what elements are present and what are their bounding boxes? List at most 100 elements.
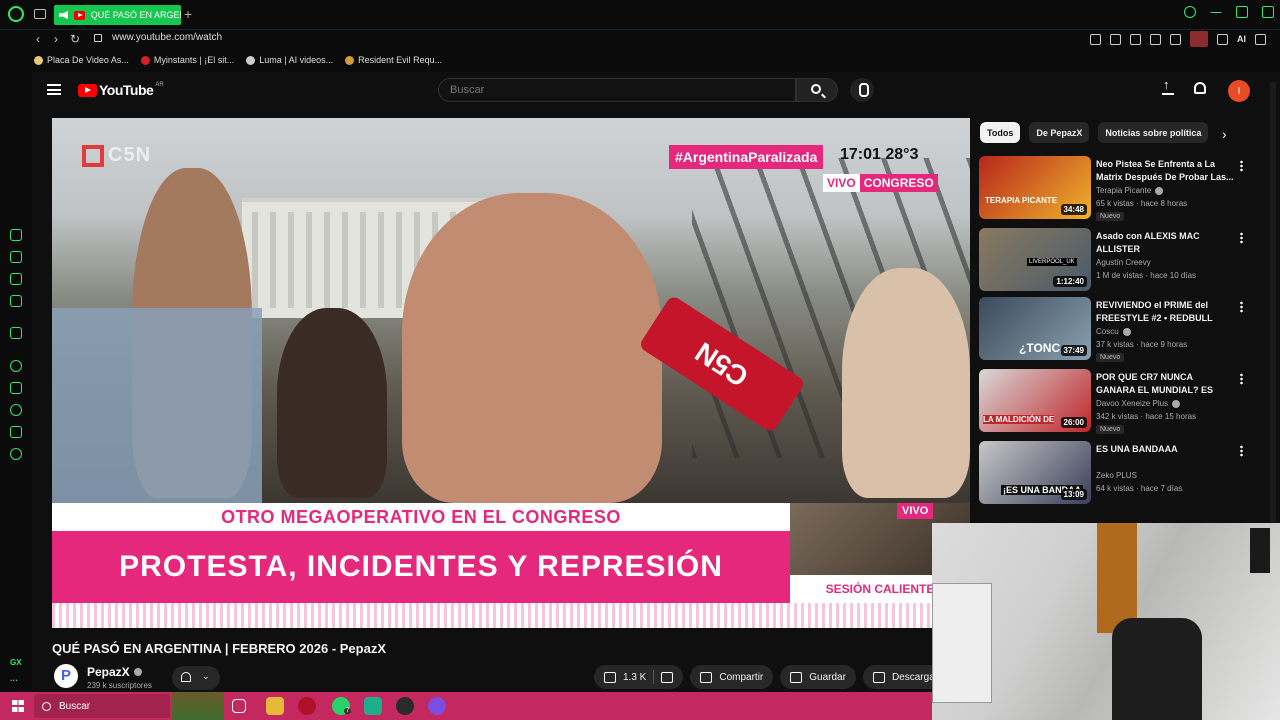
gx-control-icon[interactable] xyxy=(10,229,22,241)
more-options-icon[interactable] xyxy=(1240,373,1243,385)
url-field[interactable]: www.youtube.com/watch xyxy=(112,32,222,43)
chips-next-icon[interactable]: › xyxy=(1222,126,1227,142)
recommendation-channel[interactable]: Zeko PLUS xyxy=(1096,471,1137,480)
tab-search-icon[interactable] xyxy=(1184,6,1196,18)
bookmark-item[interactable]: Placa De Video As... xyxy=(34,55,129,65)
recommendation-title[interactable]: POR QUE CR7 NUNCA GANARA EL MUNDIAL? ES … xyxy=(1096,371,1234,397)
recommendation-thumbnail[interactable]: TERAPIA PICANTE 34:48 xyxy=(979,156,1091,219)
search-input[interactable] xyxy=(438,78,796,102)
maximize-button[interactable] xyxy=(1236,6,1248,18)
new-tab-button[interactable]: + xyxy=(184,6,192,22)
file-explorer-icon[interactable] xyxy=(266,697,284,715)
bookmark-favicon-icon xyxy=(34,55,43,65)
app-icon[interactable] xyxy=(428,697,446,715)
bookmarks-icon[interactable] xyxy=(10,382,22,394)
heart-icon[interactable] xyxy=(1170,33,1181,45)
account-avatar[interactable]: I xyxy=(1228,80,1250,102)
tab-youtube-active[interactable]: QUÉ PASÓ EN ARGENT xyxy=(54,5,181,25)
recommendation-thumbnail[interactable]: LIVERPOOL_UK 1:12:40 xyxy=(979,228,1091,291)
back-icon[interactable]: ‹ xyxy=(36,32,40,46)
sidebar-more-icon[interactable]: ··· xyxy=(10,676,18,685)
recommendation-title[interactable]: Asado con ALEXIS MAC ALLISTER xyxy=(1096,230,1234,256)
thumbs-down-icon[interactable] xyxy=(661,671,674,683)
shield-icon[interactable] xyxy=(1130,33,1141,45)
bookmark-item[interactable]: Luma | AI videos... xyxy=(246,55,333,65)
recommendation-title[interactable]: Neo Pistea Se Enfrenta a La Matrix Despu… xyxy=(1096,158,1234,184)
c5n-logo: C5N xyxy=(82,144,151,167)
recommendation-item[interactable]: ¡ES UNA BANDAA 13:09 ES UNA BANDAAA Zeko… xyxy=(979,441,1249,505)
tab-manager-icon[interactable] xyxy=(34,9,46,19)
recommendation-channel[interactable]: Coscu xyxy=(1096,327,1131,336)
chip-de-pepazx[interactable]: De PepazX xyxy=(1029,122,1090,143)
twitch-icon[interactable] xyxy=(10,327,22,339)
windows-start-icon[interactable] xyxy=(12,700,24,712)
gx-label[interactable]: GX xyxy=(10,658,22,667)
recommendation-title[interactable]: ES UNA BANDAAA xyxy=(1096,443,1234,456)
recommendation-item[interactable]: LIVERPOOL_UK 1:12:40 Asado con ALEXIS MA… xyxy=(979,228,1249,292)
recommendation-item[interactable]: LA MALDICIÓN DE 26:00 POR QUE CR7 NUNCA … xyxy=(979,369,1249,434)
channel-name[interactable]: PepazX xyxy=(87,665,142,679)
task-view-icon[interactable] xyxy=(232,699,246,713)
opera-gx-taskbar-icon[interactable] xyxy=(298,697,316,715)
hamburger-menu-icon[interactable] xyxy=(47,84,61,95)
recommendation-channel[interactable]: Terapia Picante xyxy=(1096,186,1164,195)
minimize-button[interactable] xyxy=(1210,6,1222,13)
more-options-icon[interactable] xyxy=(1240,160,1243,172)
search-button[interactable] xyxy=(796,78,838,102)
chevron-down-icon: ⌄ xyxy=(202,671,210,681)
chip-noticias[interactable]: Noticias sobre política xyxy=(1098,122,1209,143)
share-button[interactable]: Compartir xyxy=(690,665,774,689)
taskbar-search[interactable]: Buscar xyxy=(34,694,170,718)
snapshot-icon[interactable] xyxy=(1110,33,1121,45)
recommendation-thumbnail[interactable]: LA MALDICIÓN DE 26:00 xyxy=(979,369,1091,432)
taskbar-widget[interactable] xyxy=(172,692,224,720)
forward-icon[interactable]: › xyxy=(54,32,58,46)
recommendation-channel[interactable]: Davoo Xeneize Plus xyxy=(1096,399,1181,408)
hashtag-banner: #ArgentinaParalizada xyxy=(669,145,824,169)
recommendation-title[interactable]: REVIVIENDO el PRIME del FREESTYLE #2 • R… xyxy=(1096,299,1234,325)
youtube-logo[interactable]: YouTube AR xyxy=(78,82,164,98)
close-button[interactable] xyxy=(1262,6,1274,18)
country-code: AR xyxy=(155,82,164,88)
recommendation-thumbnail[interactable]: ¡ES UNA BANDAA 13:09 xyxy=(979,441,1091,504)
play-icon[interactable] xyxy=(1150,33,1161,45)
recommendation-channel[interactable]: Agustín Creevy xyxy=(1096,258,1151,267)
recommendation-item[interactable]: TERAPIA PICANTE 34:48 Neo Pistea Se Enfr… xyxy=(979,156,1249,221)
more-options-icon[interactable] xyxy=(1240,232,1243,244)
channel-avatar[interactable] xyxy=(54,664,78,688)
player-icon[interactable] xyxy=(10,360,22,372)
extensions-icon[interactable] xyxy=(10,426,22,438)
download-icon[interactable] xyxy=(1217,33,1228,45)
speaker-icon[interactable] xyxy=(59,11,68,19)
gx-corner-icon[interactable] xyxy=(10,273,22,285)
subscribed-notifications-button[interactable]: ⌄ xyxy=(172,666,220,690)
opera-gx-logo-icon[interactable] xyxy=(8,6,24,22)
recommendation-item[interactable]: ¿TONC 37:49 REVIVIENDO el PRIME del FREE… xyxy=(979,297,1249,362)
lock-icon[interactable] xyxy=(94,34,102,42)
menu-icon[interactable] xyxy=(1255,33,1266,45)
recommendation-thumbnail[interactable]: ¿TONC 37:49 xyxy=(979,297,1091,360)
more-options-icon[interactable] xyxy=(1240,445,1243,457)
more-options-icon[interactable] xyxy=(1240,301,1243,313)
lower-third-main: PROTESTA, INCIDENTES Y REPRESIÓN xyxy=(52,531,790,603)
voice-search-button[interactable] xyxy=(850,78,874,102)
save-button[interactable]: Guardar xyxy=(780,665,856,689)
bookmark-item[interactable]: Resident Evil Requ... xyxy=(345,55,442,65)
video-player[interactable]: C5N #ArgentinaParalizada 17:01 28°3 VIVO… xyxy=(52,118,970,628)
profile-avatar[interactable] xyxy=(1190,31,1208,47)
notifications-bell-icon[interactable] xyxy=(1194,82,1206,94)
like-button[interactable]: 1.3 K xyxy=(594,665,684,689)
settings-icon[interactable] xyxy=(10,448,22,460)
history-icon[interactable] xyxy=(10,404,22,416)
reload-icon[interactable]: ↻ xyxy=(70,32,80,46)
gx-cleaner-icon[interactable] xyxy=(10,251,22,263)
chip-todos[interactable]: Todos xyxy=(980,122,1021,143)
aria-ai-button[interactable]: AI xyxy=(1237,34,1246,44)
bookmark-item[interactable]: Myinstants | ¡El sit... xyxy=(140,55,234,65)
messenger-icon[interactable] xyxy=(10,295,22,307)
verified-icon xyxy=(1172,399,1181,408)
pin-icon[interactable] xyxy=(1090,33,1101,45)
app-icon[interactable] xyxy=(396,697,414,715)
app-icon[interactable] xyxy=(364,697,382,715)
create-upload-icon[interactable] xyxy=(1162,77,1174,95)
